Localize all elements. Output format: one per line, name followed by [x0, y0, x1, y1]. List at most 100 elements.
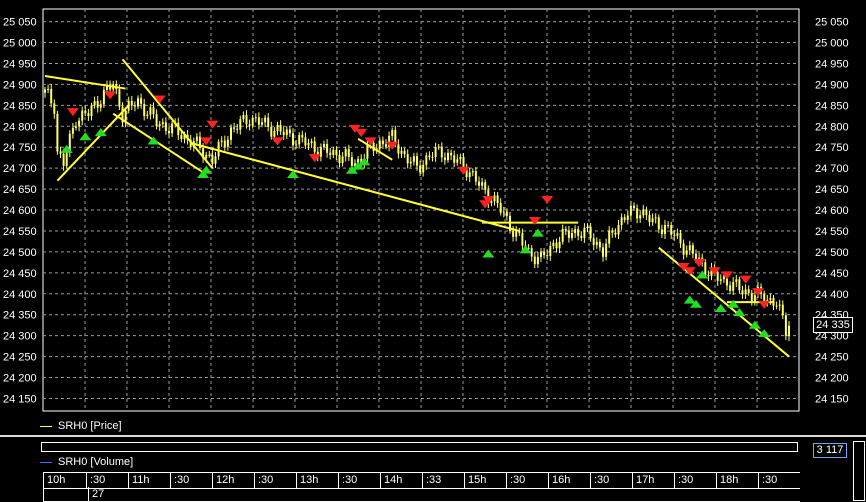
price-bars [44, 80, 790, 342]
price-bar-body [719, 279, 722, 281]
horizontal-scrollbar[interactable] [41, 442, 798, 452]
y-tick-label: 24 950 [815, 58, 849, 70]
y-tick-label: 24 800 [815, 121, 849, 133]
price-bar-body [707, 275, 710, 277]
sell-signal-arrow [739, 275, 752, 284]
price-bar-body [279, 124, 282, 132]
buy-signal-arrow [683, 295, 696, 304]
price-bar-body [102, 89, 105, 105]
time-axis-label: :30 [758, 473, 800, 488]
price-bar-body [276, 124, 279, 131]
sell-signal-arrow [758, 300, 771, 309]
price-bar-body [341, 156, 344, 164]
sell-signal-arrow [66, 108, 79, 117]
price-bar-body [571, 233, 573, 238]
price-bar-body [288, 129, 291, 134]
sell-signal-arrow [308, 154, 321, 163]
price-bar-body [168, 130, 170, 134]
price-bar-body [481, 182, 484, 186]
y-tick-label: 24 300 [3, 331, 37, 343]
price-bar-body [636, 208, 639, 219]
price-bar-body [44, 89, 46, 93]
y-axis-right: 24 15024 20024 25024 30024 35024 40024 4… [815, 17, 849, 406]
y-tick-label: 24 500 [815, 247, 849, 259]
y-tick-label: 24 600 [3, 205, 37, 217]
grid-layer [43, 9, 799, 411]
price-bar-body [425, 155, 428, 165]
y-tick-label: 24 750 [815, 142, 849, 154]
price-bar-body [93, 101, 96, 106]
price-bar-body [406, 154, 409, 164]
price-bar-body [515, 230, 518, 237]
price-bar-body [242, 115, 245, 120]
price-bar-body [273, 130, 276, 137]
price-bar-body [434, 147, 437, 158]
price-bar-body [87, 113, 90, 117]
y-tick-label: 25 000 [3, 38, 37, 50]
sell-signal-arrow [721, 271, 733, 280]
price-bar-body [285, 129, 288, 136]
price-bar-body [152, 107, 155, 115]
price-bar-body [437, 146, 440, 148]
price-bar-body [56, 113, 59, 152]
price-bar-body [651, 218, 654, 223]
price-bar-body [214, 156, 217, 164]
trendline [121, 58, 214, 169]
price-bar-body [310, 141, 313, 143]
y-tick-label: 24 150 [3, 393, 37, 405]
price-bar-body [282, 131, 285, 136]
y-tick-label: 24 600 [815, 205, 849, 217]
price-bar-body [512, 230, 515, 237]
volume-vertical-scrollbar[interactable] [853, 441, 865, 501]
sell-signal-arrow [693, 258, 706, 267]
y-tick-label: 24 150 [815, 393, 849, 405]
sell-signal-arrow [457, 166, 470, 175]
price-bar-body [784, 315, 787, 337]
price-bar-body [233, 127, 236, 129]
price-bar-body [769, 297, 772, 300]
price-bar-body [540, 251, 542, 257]
pane-separator[interactable] [0, 435, 866, 437]
price-bar-body [90, 105, 93, 117]
y-tick-label: 24 450 [815, 268, 849, 280]
price-bar-body [598, 241, 601, 248]
y-tick-label: 24 850 [3, 100, 37, 112]
price-bar-body [96, 101, 99, 108]
price-bar-body [496, 195, 499, 204]
price-bar-body [428, 155, 431, 158]
price-bar-body [381, 140, 384, 145]
price-bar-body [722, 276, 725, 280]
price-bar-body [778, 304, 781, 306]
price-bar-body [350, 157, 353, 167]
price-bar-body [47, 89, 50, 91]
price-bar-body [158, 124, 161, 127]
price-bar-body [378, 140, 381, 149]
price-bar-body [347, 149, 350, 158]
time-axis-label: 12h [212, 473, 254, 488]
price-bar-body [617, 225, 620, 235]
price-bar-body [338, 155, 341, 164]
price-bar-body [688, 245, 691, 251]
sell-signal-arrow [206, 120, 219, 129]
price-bar-body [633, 205, 635, 209]
price-bar-body [459, 156, 462, 160]
price-bar-body [261, 122, 263, 125]
price-bar-body [133, 105, 136, 107]
price-bar-body [223, 140, 226, 147]
y-tick-label: 24 200 [3, 373, 37, 385]
price-bar-body [180, 135, 183, 140]
price-bar-body [673, 234, 676, 236]
price-bar-body [660, 229, 663, 234]
y-axis-left: 24 150 24 200 24 250 24 300 24 350 24 400 24 4… [3, 17, 37, 406]
y-tick-label: 24 700 [3, 163, 37, 175]
sell-signal-arrow [541, 196, 554, 204]
price-bar-body [676, 233, 679, 236]
time-axis-label: :30 [86, 473, 128, 488]
price-bar-body [484, 182, 487, 191]
price-bar-body [140, 98, 143, 104]
price-bar-body [400, 150, 403, 154]
y-tick-label: 24 550 [3, 226, 37, 238]
price-bar-body [577, 229, 580, 236]
volume-legend-swatch [40, 461, 52, 463]
time-axis-label: 17h [632, 473, 674, 488]
